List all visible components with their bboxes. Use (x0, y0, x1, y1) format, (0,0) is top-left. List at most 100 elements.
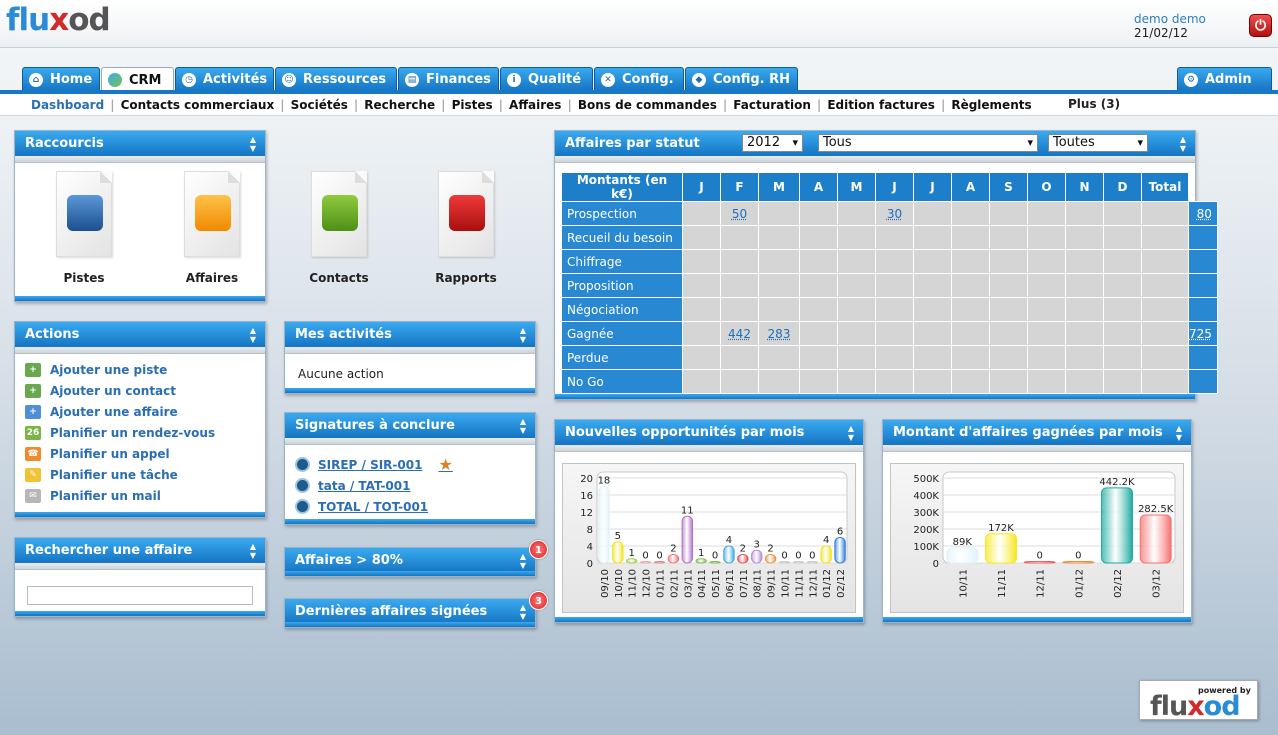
tab-admin[interactable]: ⚙ Admin (1177, 67, 1272, 91)
subnav-item[interactable]: Recherche (358, 98, 441, 112)
year-select[interactable]: 2012 (742, 134, 803, 152)
subnav-item[interactable]: Règlements (945, 98, 1037, 112)
status-filter-select[interactable]: Toutes (1048, 134, 1148, 152)
month-cell (1027, 225, 1066, 250)
month-cell (989, 225, 1028, 250)
subnav-item[interactable]: Affaires (503, 98, 567, 112)
action-item[interactable]: ☎ Planifier un appel (15, 443, 265, 464)
bar[interactable] (834, 537, 846, 564)
expand-toggle-icon[interactable]: ▲ ▼ (519, 552, 527, 570)
shortcut-pistes[interactable]: Pistes (39, 171, 129, 285)
total-cell (1188, 369, 1218, 394)
bar[interactable] (695, 558, 707, 564)
month-cell[interactable]: 442 (720, 321, 759, 346)
collapse-toggle-icon[interactable]: ▲ ▼ (1175, 424, 1183, 442)
subnav-item[interactable]: Facturation (727, 98, 817, 112)
x-tick-label: 02/12 (1113, 569, 1124, 598)
tab-3[interactable]: ☺ Ressources (275, 67, 397, 91)
subnav-item[interactable]: Contacts commerciaux (115, 98, 281, 112)
month-cell[interactable]: 50 (720, 201, 759, 226)
bar[interactable] (1023, 561, 1056, 564)
collapse-toggle-icon[interactable]: ▲ ▼ (519, 417, 527, 435)
bar[interactable] (639, 561, 652, 564)
bar[interactable] (764, 554, 777, 564)
bar[interactable] (626, 558, 638, 564)
expand-toggle-icon[interactable]: ▲ ▼ (519, 603, 527, 621)
bar[interactable] (1062, 561, 1095, 564)
tab-0[interactable]: ⌂ Home (22, 67, 100, 91)
fluxod-logo[interactable]: fluxod (6, 2, 111, 38)
subnav-item[interactable]: Dashboard (25, 98, 110, 112)
bar[interactable] (751, 549, 763, 564)
bar[interactable] (667, 554, 680, 564)
signature-item[interactable]: SIREP / SIR-001 ★ (285, 454, 535, 475)
tab-1[interactable]: CRM (101, 67, 174, 92)
month-cell[interactable]: 30 (875, 201, 914, 226)
tab-2[interactable]: ◷ Activités (175, 67, 274, 91)
bar[interactable] (820, 545, 832, 564)
action-item[interactable]: ✎ Planifier une tâche (15, 464, 265, 485)
bar[interactable] (709, 561, 721, 564)
type-select[interactable]: Tous (818, 134, 1038, 152)
action-item[interactable]: 26 Planifier un rendez-vous (15, 422, 265, 443)
search-affaire-input[interactable] (27, 586, 253, 605)
bar[interactable] (612, 541, 624, 564)
bar[interactable] (653, 561, 666, 564)
month-cell (1065, 321, 1104, 346)
subnav-more[interactable]: Plus (3) (1068, 97, 1120, 111)
shortcut-rapports[interactable]: Rapports (421, 171, 511, 285)
tab-4[interactable]: ▤ Finances (398, 67, 499, 91)
collapse-toggle-icon[interactable]: ▲ ▼ (249, 135, 257, 153)
action-item[interactable]: + Ajouter un contact (15, 380, 265, 401)
bar[interactable] (806, 561, 818, 564)
bar[interactable] (946, 547, 979, 564)
month-cell[interactable]: 283 (758, 321, 800, 346)
bar[interactable] (1139, 514, 1172, 564)
power-icon[interactable]: ⏻ (1249, 14, 1272, 37)
collapse-toggle-icon[interactable]: ▲ ▼ (249, 326, 257, 344)
total-cell[interactable]: 80 (1188, 201, 1218, 226)
subnav-item[interactable]: Pistes (446, 98, 499, 112)
signature-item[interactable]: tata / TAT-001 (285, 475, 535, 496)
bar[interactable] (1101, 487, 1133, 564)
tab-5[interactable]: i Qualité (500, 67, 593, 91)
star-icon[interactable]: ★ (438, 455, 452, 474)
total-cell[interactable]: 725 (1188, 321, 1218, 346)
month-cell (1103, 273, 1142, 298)
panel-header: Actions ▲ ▼ (15, 322, 265, 347)
shortcut-affaires[interactable]: Affaires (167, 171, 257, 285)
bar[interactable] (681, 515, 693, 564)
affaires-80-panel[interactable]: Affaires > 80% ▲ ▼ (284, 547, 536, 577)
collapse-toggle-icon[interactable]: ▲ ▼ (519, 326, 527, 344)
action-item[interactable]: + Ajouter une piste (15, 359, 265, 380)
tab-7[interactable]: ◆ Config. RH (685, 67, 798, 91)
action-item[interactable]: + Ajouter une affaire (15, 401, 265, 422)
action-item[interactable]: ✉ Planifier un mail (15, 485, 265, 506)
bar-value-label: 18 (598, 476, 611, 487)
shortcut-contacts[interactable]: Contacts (294, 171, 384, 285)
month-cell (720, 297, 759, 322)
user-name-link[interactable]: demo demo (1134, 12, 1206, 26)
bar[interactable] (792, 561, 805, 564)
table-row: Proposition (561, 273, 1218, 298)
bar[interactable] (737, 554, 749, 564)
last-signed-panel[interactable]: Dernières affaires signées ▲ ▼ (284, 598, 536, 628)
month-cell (799, 225, 838, 250)
y-tick-label: 8 (587, 525, 593, 536)
collapse-toggle-icon[interactable]: ▲ ▼ (1179, 135, 1187, 153)
subnav-item[interactable]: Edition factures (821, 98, 941, 112)
column-header: M (837, 172, 876, 202)
collapse-toggle-icon[interactable]: ▲ ▼ (847, 424, 855, 442)
subnav-item[interactable]: Sociétés (285, 98, 354, 112)
bar[interactable] (778, 561, 791, 564)
collapse-toggle-icon[interactable]: ▲ ▼ (249, 542, 257, 560)
signature-item[interactable]: TOTAL / TOT-001 (285, 496, 535, 517)
bar[interactable] (985, 533, 1017, 564)
month-cell (913, 273, 952, 298)
tab-6[interactable]: ✕ Config. (594, 67, 684, 91)
column-header: O (1027, 172, 1066, 202)
powered-by-badge[interactable]: powered by fluxod (1139, 680, 1258, 722)
bar[interactable] (723, 545, 735, 564)
bar[interactable] (598, 486, 610, 564)
subnav-item[interactable]: Bons de commandes (572, 98, 723, 112)
